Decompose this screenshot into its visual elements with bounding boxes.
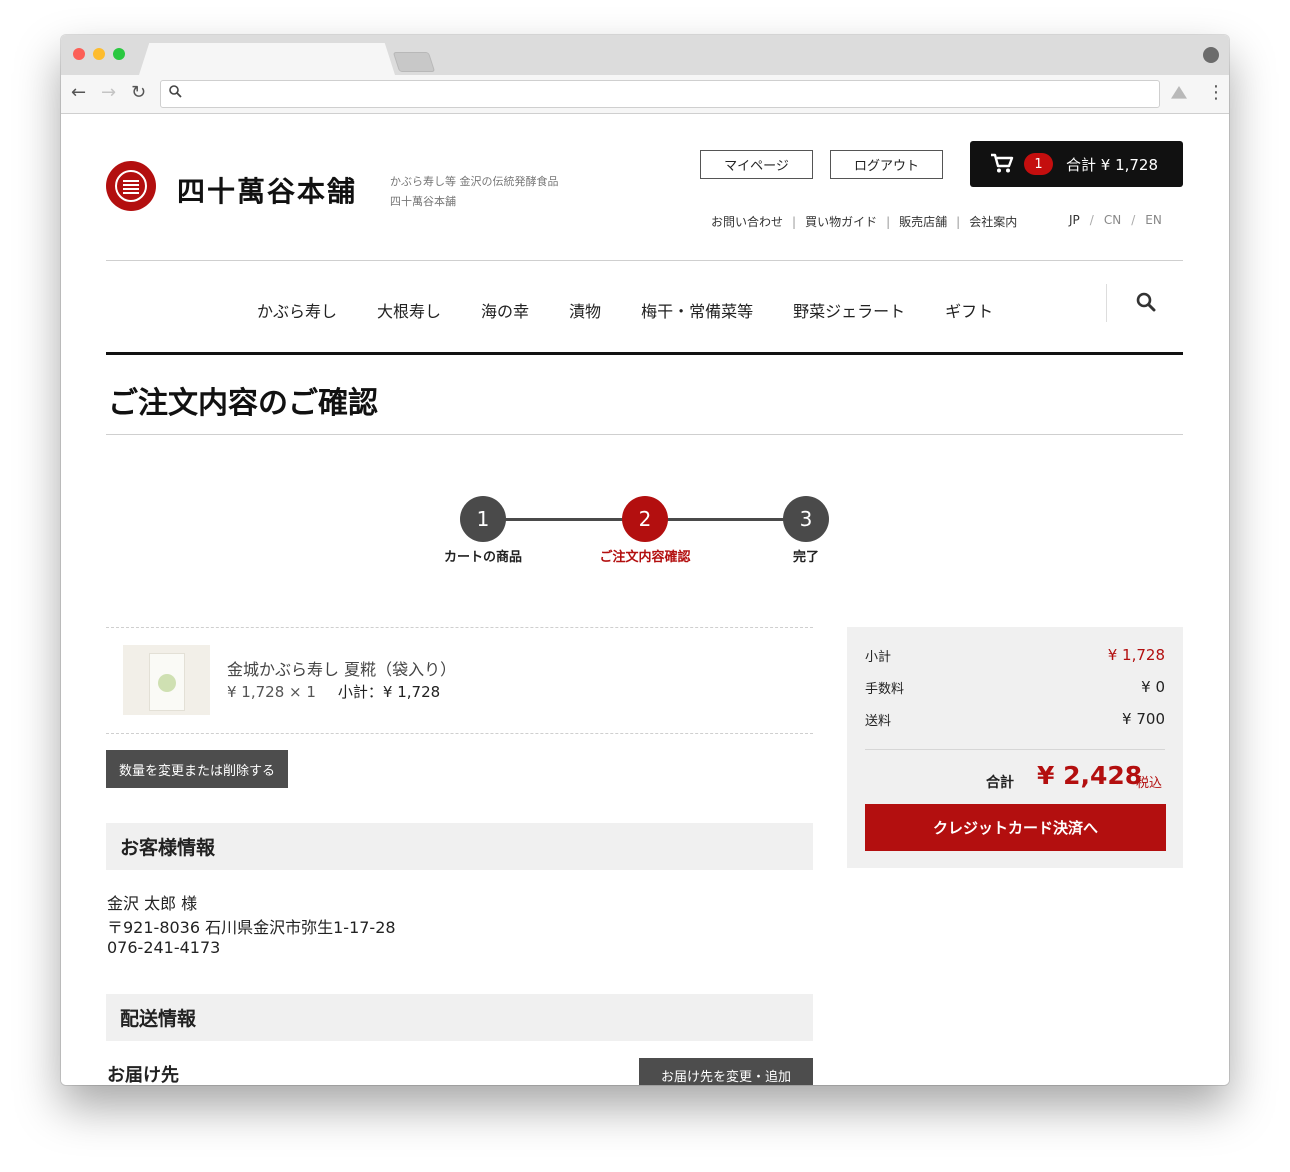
nav-item-gift[interactable]: ギフト — [945, 298, 993, 322]
close-window-button[interactable] — [73, 48, 85, 60]
separator: | — [956, 214, 961, 229]
summary-shipping-row: 送料 ¥ 700 — [865, 710, 1165, 729]
lang-cn[interactable]: CN — [1104, 213, 1121, 227]
menu-kebab-icon[interactable]: ⋮ — [1207, 82, 1225, 103]
step-2-circle: 2 — [622, 496, 668, 542]
customer-phone: 076-241-4173 — [107, 938, 221, 957]
nav-item-gelato[interactable]: 野菜ジェラート — [793, 298, 905, 322]
nav-item-umeboshi[interactable]: 梅干・常備菜等 — [641, 298, 753, 322]
cart-count-badge: 1 — [1024, 153, 1053, 175]
summary-fee-label: 手数料 — [865, 682, 905, 697]
stores-link[interactable]: 販売店舗 — [899, 213, 947, 230]
back-arrow-icon[interactable]: ← — [71, 83, 86, 103]
edit-quantity-button[interactable]: 数量を変更または削除する — [106, 750, 289, 788]
separator: / — [1131, 213, 1136, 227]
company-link[interactable]: 会社案内 — [969, 213, 1017, 230]
nav-item-pickles[interactable]: 漬物 — [569, 298, 601, 322]
summary-divider — [865, 749, 1165, 750]
search-icon[interactable] — [1136, 292, 1156, 312]
site-tagline: かぶら寿し等 金沢の伝統発酵食品 四十萬谷本舗 — [390, 172, 559, 212]
nav-divider — [1106, 284, 1107, 322]
summary-shipping-label: 送料 — [865, 714, 892, 729]
step-1-label: カートの商品 — [443, 550, 522, 565]
nav-item-seafood[interactable]: 海の幸 — [481, 298, 529, 322]
browser-window: ← → ↻ ⋮ 四十萬谷本舗 かぶら寿し等 金沢の伝統発酵食品 四十萬谷本舗 マ… — [61, 35, 1229, 1085]
new-tab-button[interactable] — [392, 52, 436, 72]
summary-fee-value: ¥ 0 — [1141, 678, 1165, 696]
cart-total: 合計 ¥ 1,728 — [1066, 156, 1159, 174]
change-destination-button[interactable]: お届け先を変更・追加 — [639, 1058, 813, 1085]
language-switcher: JP / CN / EN — [1069, 213, 1162, 227]
cart-icon — [991, 153, 1014, 173]
item-subtotal: 小計：¥ 1,728 — [337, 683, 441, 701]
site-logo-text[interactable]: 四十萬谷本舗 — [177, 170, 357, 210]
summary-subtotal-label: 小計 — [865, 650, 892, 665]
step-3-circle: 3 — [783, 496, 829, 542]
step-2-label: ご注文内容確認 — [599, 550, 691, 565]
lang-en[interactable]: EN — [1145, 213, 1162, 227]
item-price-row: ¥ 1,728 × 1 小計：¥ 1,728 — [227, 681, 440, 702]
customer-name: 金沢 太郎 様 — [107, 894, 198, 913]
nav-item-daikon-zushi[interactable]: 大根寿し — [377, 298, 441, 322]
separator: / — [1089, 213, 1094, 227]
summary-fee-row: 手数料 ¥ 0 — [865, 678, 1165, 697]
search-icon — [169, 85, 182, 98]
maximize-window-button[interactable] — [113, 48, 125, 60]
drive-icon[interactable] — [1171, 86, 1187, 99]
step-1-circle: 1 — [460, 496, 506, 542]
utility-links: お問い合わせ | 買い物ガイド | 販売店舗 | 会社案内 — [711, 213, 1017, 230]
seal-logo-icon[interactable] — [106, 161, 156, 211]
mypage-button[interactable]: マイページ — [700, 150, 813, 179]
tagline-line2: 四十萬谷本舗 — [390, 195, 456, 208]
delivery-destination-label: お届け先 — [107, 1065, 179, 1085]
nav-item-kabura-zushi[interactable]: かぶら寿し — [257, 298, 337, 322]
item-price-qty: ¥ 1,728 × 1 — [227, 683, 316, 701]
address-bar[interactable] — [160, 80, 1160, 108]
tagline-line1: かぶら寿し等 金沢の伝統発酵食品 — [390, 175, 559, 188]
minimize-window-button[interactable] — [93, 48, 105, 60]
active-tab[interactable] — [139, 43, 395, 75]
item-divider-bottom — [106, 733, 813, 734]
summary-tax-label: 税込 — [1136, 776, 1163, 791]
contact-link[interactable]: お問い合わせ — [711, 213, 783, 230]
summary-shipping-value: ¥ 700 — [1122, 710, 1165, 728]
web-page: 四十萬谷本舗 かぶら寿し等 金沢の伝統発酵食品 四十萬谷本舗 マイページ ログア… — [61, 114, 1229, 1085]
separator: | — [886, 214, 891, 229]
item-divider-top — [106, 627, 813, 628]
delivery-section-header: 配送情報 — [106, 994, 813, 1041]
summary-total-label: 合計 — [986, 775, 1014, 791]
reload-icon[interactable]: ↻ — [131, 83, 146, 103]
summary-subtotal-value: ¥ 1,728 — [1107, 646, 1165, 664]
tab-bar — [61, 35, 1229, 75]
forward-arrow-icon[interactable]: → — [101, 83, 116, 103]
customer-address: 〒921-8036 石川県金沢市弥生1-17-28 — [107, 918, 396, 937]
page-title: ご注文内容のご確認 — [108, 386, 378, 421]
summary-total-value: ¥ 2,428 — [1037, 761, 1143, 790]
customer-section-header: お客様情報 — [106, 823, 813, 870]
nav-bottom-rule — [106, 352, 1183, 355]
shopping-guide-link[interactable]: 買い物ガイド — [805, 213, 877, 230]
lang-jp[interactable]: JP — [1069, 213, 1080, 227]
profile-icon[interactable] — [1203, 47, 1219, 63]
step-connector — [483, 518, 645, 521]
step-3-label: 完了 — [792, 550, 819, 565]
browser-toolbar: ← → ↻ ⋮ — [61, 75, 1229, 114]
item-name[interactable]: 金城かぶら寿し 夏糀（袋入り） — [227, 656, 456, 680]
global-nav: かぶら寿し 大根寿し 海の幸 漬物 梅干・常備菜等 野菜ジェラート ギフト — [257, 298, 1033, 322]
product-thumbnail[interactable] — [123, 645, 210, 715]
separator: | — [792, 214, 797, 229]
summary-subtotal-row: 小計 ¥ 1,728 — [865, 646, 1165, 665]
title-divider — [106, 434, 1183, 435]
header-divider — [106, 260, 1183, 261]
credit-card-checkout-button[interactable]: クレジットカード決済へ — [865, 804, 1166, 851]
logout-button[interactable]: ログアウト — [830, 150, 943, 179]
order-summary: 小計 ¥ 1,728 手数料 ¥ 0 送料 ¥ 700 合計 ¥ 2,428 税… — [847, 627, 1183, 868]
cart-button[interactable]: 1 合計 ¥ 1,728 — [970, 141, 1183, 187]
